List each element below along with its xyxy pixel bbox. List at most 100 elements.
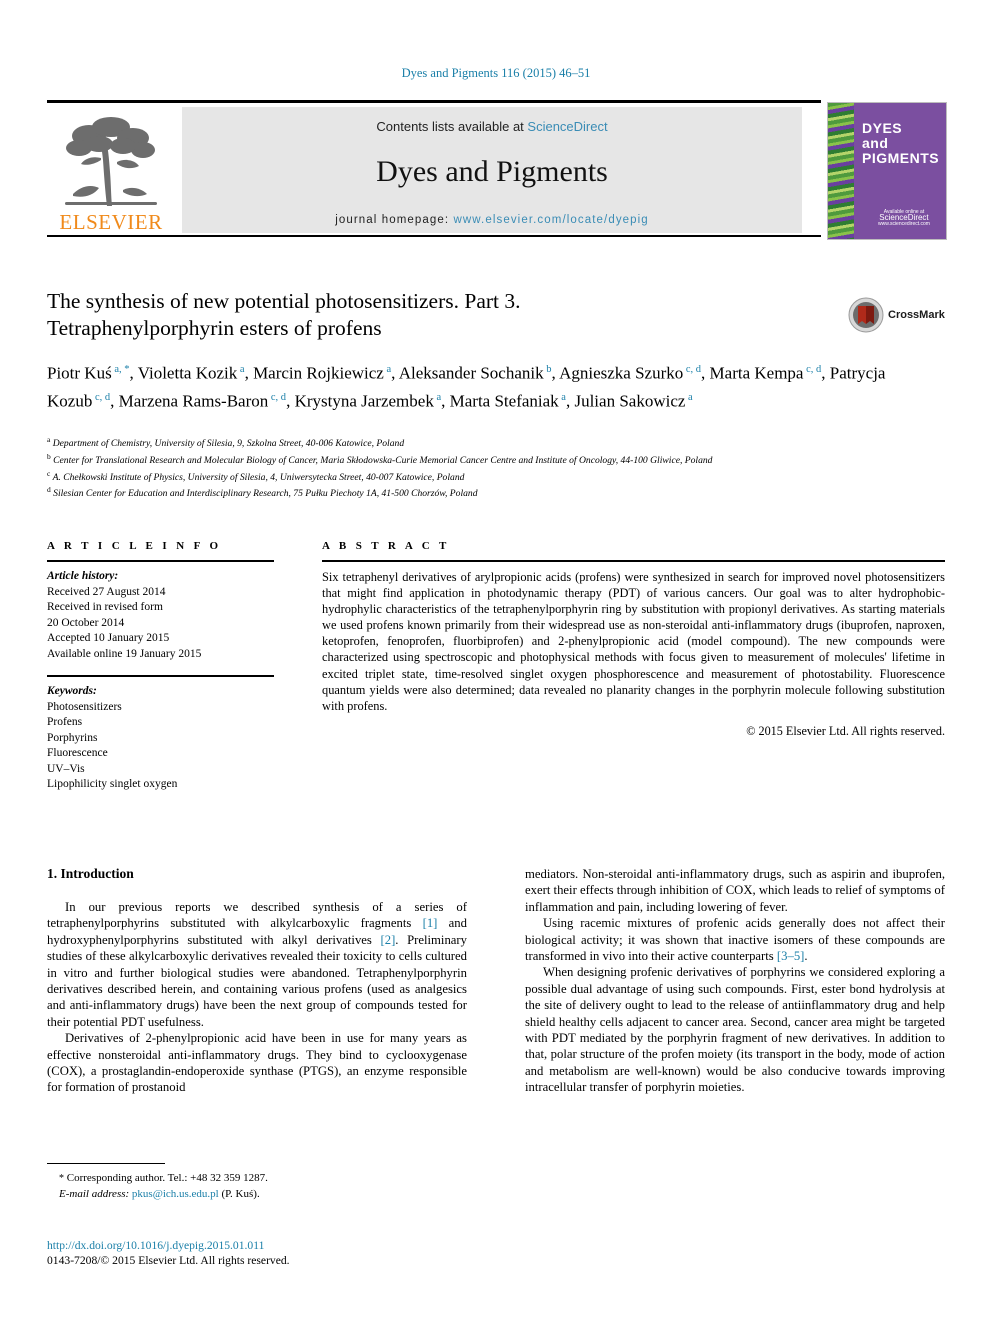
homepage-url-link[interactable]: www.elsevier.com/locate/dyepig xyxy=(453,214,648,226)
keyword-item: Fluorescence xyxy=(47,747,108,759)
paragraph-text: Derivatives of 2-phenylpropionic acid ha… xyxy=(47,1031,467,1095)
journal-title: Dyes and Pigments xyxy=(376,155,608,188)
keywords-block: Keywords: Photosensitizers Profens Porphyr… xyxy=(47,675,274,793)
paragraph-text: Using racemic mixtures of profenic acids… xyxy=(525,916,945,964)
issn-copyright-line: 0143-7208/© 2015 Elsevier Ltd. All right… xyxy=(47,1254,290,1267)
keywords-heading: Keywords: xyxy=(47,685,97,697)
article-info-rule xyxy=(47,560,274,562)
elsevier-tree-icon xyxy=(65,117,157,206)
crossmark-label: CrossMark xyxy=(888,309,945,321)
article-history-item: Received 27 August 2014 xyxy=(47,585,166,598)
keyword-item: Lipophilicity singlet oxygen xyxy=(47,778,178,790)
author-affiliation-marker: c, d xyxy=(92,391,111,403)
footnote-area: * Corresponding author. Tel.: +48 32 359… xyxy=(47,1163,467,1201)
affiliation-list: a Department of Chemistry, University of… xyxy=(47,434,937,501)
paragraph-text: mediators. Non-steroidal anti-inflammato… xyxy=(525,867,945,914)
article-info-column: A R T I C L E I N F O Article history: R… xyxy=(47,540,274,793)
article-history-list: Received 27 August 2014 Received in revis… xyxy=(47,585,274,663)
running-head: Dyes and Pigments 116 (2015) 46–51 xyxy=(401,66,591,80)
corresponding-author-note: * Corresponding author. Tel.: +48 32 359… xyxy=(47,1171,467,1187)
elsevier-wordmark: ELSEVIER xyxy=(59,210,163,234)
body-column-left: 1. Introduction In our previous reports … xyxy=(47,866,467,1096)
body-paragraph: Derivatives of 2-phenylpropionic acid ha… xyxy=(47,1030,467,1096)
body-columns: 1. Introduction In our previous reports … xyxy=(47,866,945,1266)
email-note: E-mail address: pkus@ich.us.edu.pl (P. K… xyxy=(47,1187,467,1202)
abstract-column: A B S T R A C T Six tetraphenyl derivati… xyxy=(322,540,945,739)
keyword-item: UV–Vis xyxy=(47,762,85,775)
author-name: Krystyna Jarzembek xyxy=(294,391,434,411)
journal-cover-thumbnail: DYES and PIGMENTS Available online at Sc… xyxy=(827,102,947,240)
author-affiliation-marker: a, * xyxy=(111,364,130,375)
cover-title-line1: DYES xyxy=(862,120,903,136)
abstract-copyright: © 2015 Elsevier Ltd. All rights reserved… xyxy=(746,723,945,738)
article-info-heading: A R T I C L E I N F O xyxy=(47,540,222,552)
author-affiliation-marker: b xyxy=(543,364,552,375)
body-column-right: mediators. Non-steroidal anti-inflammato… xyxy=(525,866,945,1096)
citation-link[interactable]: [2] xyxy=(381,933,396,947)
elsevier-logo: ELSEVIER xyxy=(47,107,175,233)
affiliation-text: Center for Translational Research and Mo… xyxy=(50,454,713,466)
masthead-bottom-rule xyxy=(47,235,821,237)
author-name: Aleksander Sochanik xyxy=(398,363,544,383)
masthead-center-panel: Contents lists available at ScienceDirec… xyxy=(182,107,802,233)
citation-link[interactable]: [1] xyxy=(423,916,438,930)
article-history-item: Available online 19 January 2015 xyxy=(47,647,202,660)
author-affiliation-marker: c, d xyxy=(268,391,287,403)
affiliation-text: A. Chełkowski Institute of Physics, Univ… xyxy=(50,471,465,483)
email-link[interactable]: pkus@ich.us.edu.pl xyxy=(132,1188,219,1200)
keywords-rule xyxy=(47,675,274,677)
keyword-item: Porphyrins xyxy=(47,731,98,744)
author-list: Piotr Kuś a, *, Violetta Kozik a, Marcin… xyxy=(47,363,886,411)
homepage-prefix: journal homepage: xyxy=(335,214,454,226)
doi-link[interactable]: http://dx.doi.org/10.1016/j.dyepig.2015.… xyxy=(47,1238,477,1253)
contents-prefix: Contents lists available at xyxy=(376,119,528,134)
cover-art-strip xyxy=(828,103,854,239)
body-right-paragraphs: mediators. Non-steroidal anti-inflammato… xyxy=(525,866,945,1096)
author-name: Violetta Kozik xyxy=(137,363,238,383)
author-name: Agnieszka Szurko xyxy=(559,363,684,383)
sciencedirect-link[interactable]: ScienceDirect xyxy=(527,119,607,134)
keyword-item: Photosensitizers xyxy=(47,700,122,713)
cover-title: DYES and PIGMENTS xyxy=(862,121,939,166)
contents-available-line: Contents lists available at ScienceDirec… xyxy=(242,107,742,134)
email-suffix: (P. Kuś). xyxy=(221,1187,260,1200)
crossmark-icon xyxy=(848,297,884,333)
body-paragraph: In our previous reports we described syn… xyxy=(47,899,467,1030)
article-title-line1: The synthesis of new potential photosens… xyxy=(47,289,521,313)
email-label: E-mail address: xyxy=(59,1187,130,1200)
body-paragraph: mediators. Non-steroidal anti-inflammato… xyxy=(525,866,945,915)
author-name: Marta Stefaniak xyxy=(449,391,559,411)
body-paragraph: Using racemic mixtures of profenic acids… xyxy=(525,915,945,964)
author-affiliation-marker: a xyxy=(433,391,442,403)
crossmark-badge[interactable]: CrossMark xyxy=(848,292,948,338)
affiliation-text: Department of Chemistry, University of S… xyxy=(50,438,405,450)
journal-masthead: ELSEVIER Contents lists available at Sci… xyxy=(47,100,947,240)
affiliation-item: a Department of Chemistry, University of… xyxy=(47,434,937,451)
article-title-line2: Tetraphenylporphyrin esters of profens xyxy=(47,316,382,340)
article-history-item: Received in revised form xyxy=(47,601,163,613)
article-title-block: The synthesis of new potential photosens… xyxy=(47,288,847,342)
footnote-rule xyxy=(47,1163,165,1164)
author-affiliation-marker: a xyxy=(685,391,693,403)
asterisk-icon: * xyxy=(59,1173,64,1184)
journal-homepage-line: journal homepage: www.elsevier.com/locat… xyxy=(242,214,742,226)
cover-title-line3: PIGMENTS xyxy=(862,150,940,166)
author-name: Marta Kempa xyxy=(709,363,804,383)
paragraph-text: In our previous reports we described syn… xyxy=(47,900,467,931)
paragraph-text: When designing profenic derivatives of p… xyxy=(525,965,945,1095)
author-name: Marzena Rams-Baron xyxy=(118,391,269,411)
affiliation-text: Silesian Center for Education and Interd… xyxy=(50,488,478,500)
masthead-top-rule xyxy=(47,100,821,103)
author-name: Julian Sakowicz xyxy=(574,391,686,411)
affiliation-item: c A. Chełkowski Institute of Physics, Un… xyxy=(47,468,937,485)
keywords-list: Photosensitizers Profens Porphyrins Fluores… xyxy=(47,700,274,793)
page-title: The synthesis of new potential photosens… xyxy=(47,288,847,342)
article-history-item: 20 October 2014 xyxy=(47,616,125,629)
paragraph-text: . Preliminary studies of these alkylcarb… xyxy=(47,932,467,1029)
author-affiliation-marker: a xyxy=(383,364,392,375)
section-heading-introduction: 1. Introduction xyxy=(47,866,134,881)
affiliation-item: b Center for Translational Research and … xyxy=(47,451,937,468)
author-affiliation-marker: a xyxy=(558,391,566,403)
citation-link[interactable]: [3–5] xyxy=(777,949,804,963)
author-name: Piotr Kuś xyxy=(47,363,112,383)
